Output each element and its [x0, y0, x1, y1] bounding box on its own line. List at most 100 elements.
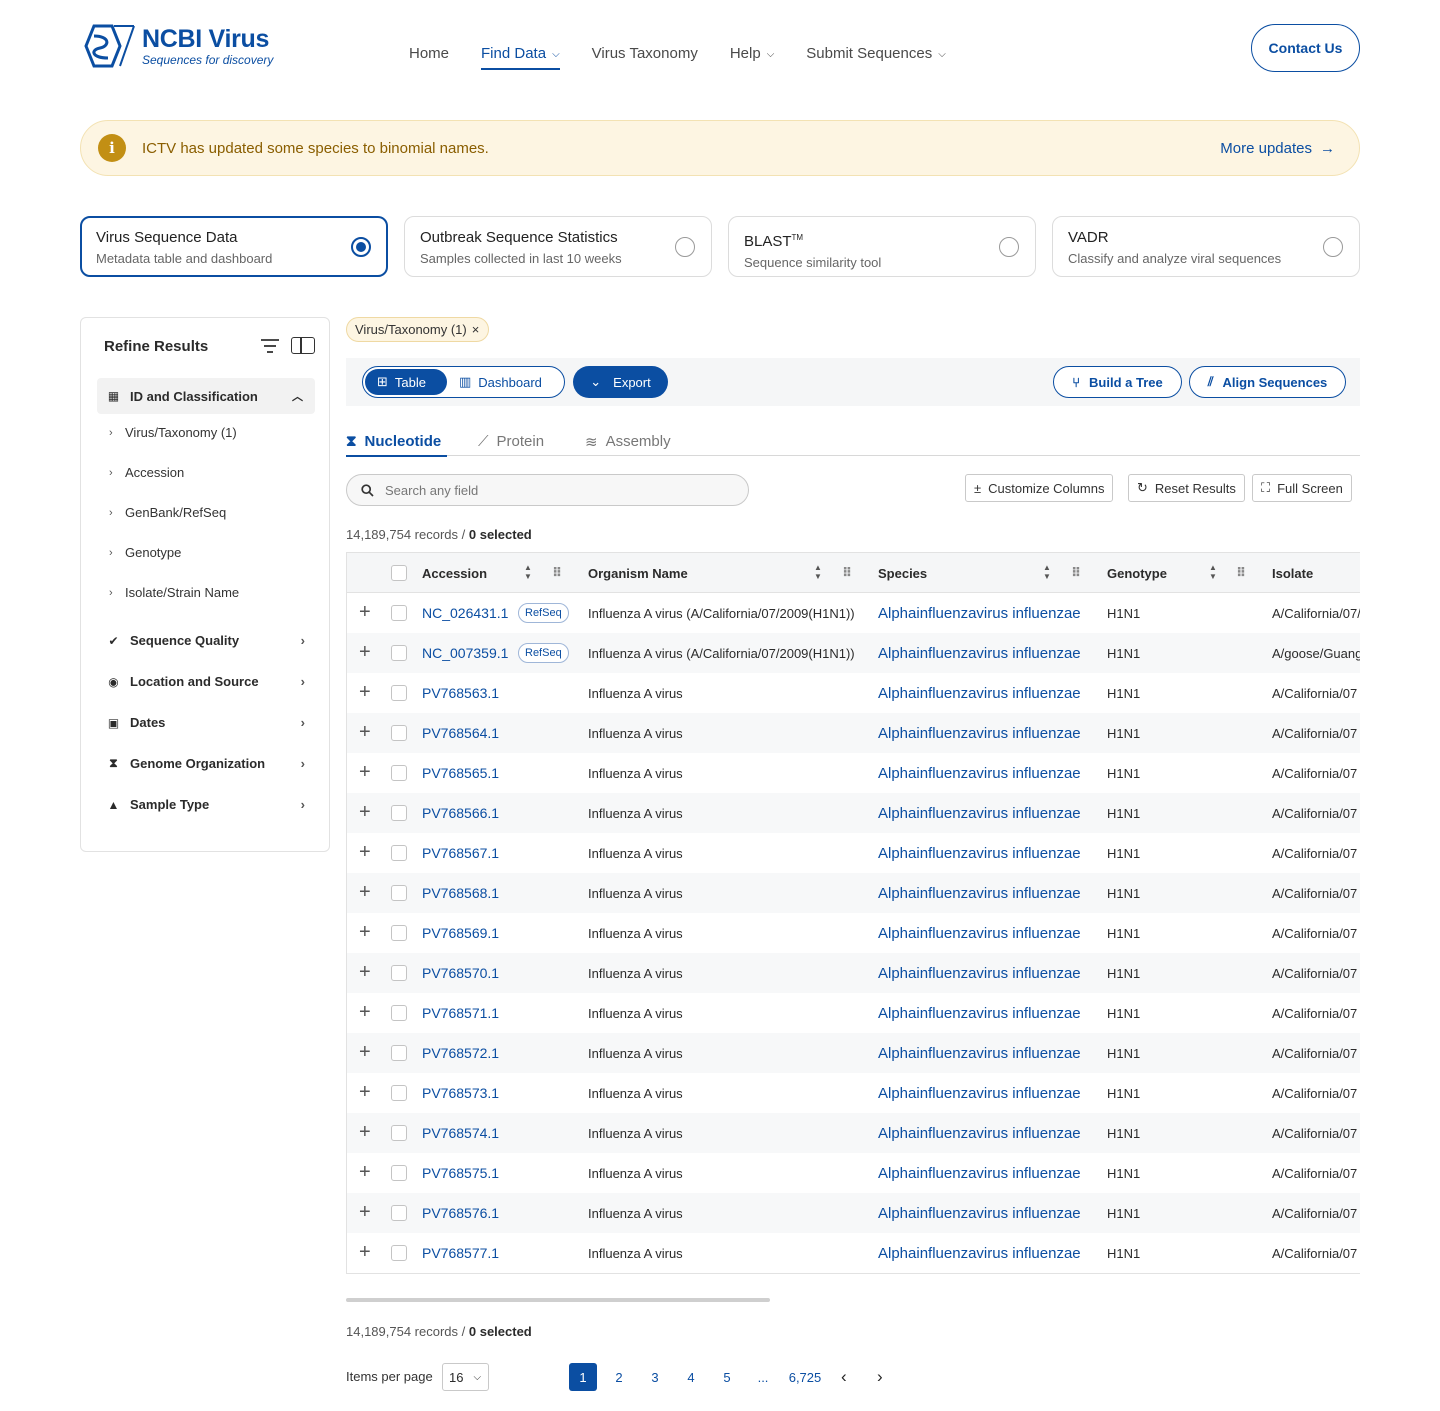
species-link[interactable]: Alphainfluenzavirus influenzae: [878, 805, 1081, 822]
species-link[interactable]: Alphainfluenzavirus influenzae: [878, 1045, 1081, 1062]
row-checkbox[interactable]: [391, 925, 407, 941]
search-input[interactable]: [385, 482, 725, 498]
page-button[interactable]: 6,725: [785, 1363, 825, 1391]
accession-link[interactable]: PV768571.1: [422, 1005, 499, 1021]
expand-row-icon[interactable]: +: [359, 922, 371, 942]
search-field[interactable]: [346, 474, 749, 506]
expand-row-icon[interactable]: +: [359, 1122, 371, 1142]
table-row[interactable]: + PV768576.1 Influenza A virus Alphainfluen…: [347, 1193, 1360, 1233]
mode-virus-sequence-data[interactable]: Virus Sequence Data Metadata table and d…: [80, 216, 388, 277]
column-species[interactable]: Species: [878, 566, 927, 581]
accession-link[interactable]: NC_007359.1: [422, 645, 508, 661]
expand-row-icon[interactable]: +: [359, 682, 371, 702]
accession-link[interactable]: PV768577.1: [422, 1245, 499, 1261]
table-row[interactable]: + PV768568.1 Influenza A virus Alphainfluen…: [347, 873, 1360, 913]
row-checkbox[interactable]: [391, 1005, 407, 1021]
expand-row-icon[interactable]: +: [359, 1202, 371, 1222]
species-link[interactable]: Alphainfluenzavirus influenzae: [878, 1005, 1081, 1022]
page-button[interactable]: 5: [713, 1363, 741, 1391]
drag-handle-icon[interactable]: ⠿: [1071, 565, 1081, 581]
page-button[interactable]: 1: [569, 1363, 597, 1391]
accession-link[interactable]: PV768572.1: [422, 1045, 499, 1061]
align-sequences-button[interactable]: ⫽ Align Sequences: [1189, 366, 1346, 398]
page-button[interactable]: 2: [605, 1363, 633, 1391]
accession-link[interactable]: PV768563.1: [422, 685, 499, 701]
dashboard-view-button[interactable]: ▥ Dashboard: [447, 369, 554, 395]
page-button[interactable]: 3: [641, 1363, 669, 1391]
accession-link[interactable]: NC_026431.1: [422, 605, 508, 621]
full-screen-button[interactable]: ⛶ Full Screen: [1252, 474, 1352, 502]
expand-row-icon[interactable]: +: [359, 602, 371, 622]
prev-page-icon[interactable]: ‹: [841, 1363, 847, 1391]
species-link[interactable]: Alphainfluenzavirus influenzae: [878, 925, 1081, 942]
expand-row-icon[interactable]: +: [359, 1242, 371, 1262]
table-row[interactable]: + PV768563.1 Influenza A virus Alphainfluen…: [347, 673, 1360, 713]
row-checkbox[interactable]: [391, 1245, 407, 1261]
table-row[interactable]: + PV768573.1 Influenza A virus Alphainfluen…: [347, 1073, 1360, 1113]
species-link[interactable]: Alphainfluenzavirus influenzae: [878, 845, 1081, 862]
nav-help[interactable]: Help ⌵: [730, 36, 774, 70]
section-location-source[interactable]: ◉ Location and Source ›: [107, 674, 305, 689]
expand-row-icon[interactable]: +: [359, 642, 371, 662]
species-link[interactable]: Alphainfluenzavirus influenzae: [878, 605, 1081, 622]
column-isolate[interactable]: Isolate: [1272, 566, 1313, 581]
tab-nucleotide[interactable]: ⧗ Nucleotide: [346, 427, 447, 457]
accession-link[interactable]: PV768576.1: [422, 1205, 499, 1221]
row-checkbox[interactable]: [391, 805, 407, 821]
species-link[interactable]: Alphainfluenzavirus influenzae: [878, 1245, 1081, 1262]
sidebar-item-isolate-strain[interactable]: › Isolate/Strain Name: [109, 585, 239, 600]
drag-handle-icon[interactable]: ⠿: [1236, 565, 1246, 581]
mode-blast[interactable]: BLASTTM Sequence similarity tool: [728, 216, 1036, 277]
expand-row-icon[interactable]: +: [359, 842, 371, 862]
row-checkbox[interactable]: [391, 1085, 407, 1101]
accession-link[interactable]: PV768565.1: [422, 765, 499, 781]
radio[interactable]: [999, 237, 1019, 257]
expand-row-icon[interactable]: +: [359, 1162, 371, 1182]
expand-row-icon[interactable]: +: [359, 762, 371, 782]
export-button[interactable]: ⌄ Export: [573, 366, 668, 398]
expand-row-icon[interactable]: +: [359, 722, 371, 742]
expand-row-icon[interactable]: +: [359, 1042, 371, 1062]
row-checkbox[interactable]: [391, 605, 407, 621]
table-row[interactable]: + PV768575.1 Influenza A virus Alphainfluen…: [347, 1153, 1360, 1193]
page-button[interactable]: 4: [677, 1363, 705, 1391]
accession-link[interactable]: PV768573.1: [422, 1085, 499, 1101]
radio[interactable]: [1323, 237, 1343, 257]
section-dates[interactable]: ▣ Dates ›: [107, 715, 305, 730]
row-checkbox[interactable]: [391, 885, 407, 901]
row-checkbox[interactable]: [391, 1165, 407, 1181]
species-link[interactable]: Alphainfluenzavirus influenzae: [878, 885, 1081, 902]
species-link[interactable]: Alphainfluenzavirus influenzae: [878, 965, 1081, 982]
row-checkbox[interactable]: [391, 845, 407, 861]
sidebar-item-genotype[interactable]: › Genotype: [109, 545, 181, 560]
row-checkbox[interactable]: [391, 1125, 407, 1141]
species-link[interactable]: Alphainfluenzavirus influenzae: [878, 1165, 1081, 1182]
items-per-page-select[interactable]: 16 ⌵: [442, 1363, 489, 1391]
close-icon[interactable]: ×: [472, 322, 480, 337]
reset-results-button[interactable]: ↻ Reset Results: [1128, 474, 1245, 502]
nav-submit-sequences[interactable]: Submit Sequences ⌵: [806, 36, 946, 70]
row-checkbox[interactable]: [391, 685, 407, 701]
expand-row-icon[interactable]: +: [359, 1002, 371, 1022]
accession-link[interactable]: PV768566.1: [422, 805, 499, 821]
sidebar-item-accession[interactable]: › Accession: [109, 465, 184, 480]
sort-icon[interactable]: ▲ ▼: [1208, 563, 1218, 583]
mode-vadr[interactable]: VADR Classify and analyze viral sequence…: [1052, 216, 1360, 277]
accession-link[interactable]: PV768569.1: [422, 925, 499, 941]
section-id-classification[interactable]: ▦ ID and Classification ︿: [97, 378, 315, 414]
expand-row-icon[interactable]: +: [359, 962, 371, 982]
drag-handle-icon[interactable]: ⠿: [552, 565, 562, 581]
table-row[interactable]: + PV768566.1 Influenza A virus Alphainfluen…: [347, 793, 1360, 833]
select-all-checkbox[interactable]: [391, 565, 407, 581]
row-checkbox[interactable]: [391, 725, 407, 741]
sidebar-item-genbank-refseq[interactable]: › GenBank/RefSeq: [109, 505, 226, 520]
table-row[interactable]: + PV768570.1 Influenza A virus Alphainfluen…: [347, 953, 1360, 993]
mode-outbreak-statistics[interactable]: Outbreak Sequence Statistics Samples col…: [404, 216, 712, 277]
table-view-button[interactable]: ⊞ Table: [365, 369, 447, 395]
filter-icon[interactable]: [260, 338, 280, 354]
species-link[interactable]: Alphainfluenzavirus influenzae: [878, 1205, 1081, 1222]
sidebar-item-virus-taxonomy[interactable]: › Virus/Taxonomy (1): [109, 425, 237, 440]
row-checkbox[interactable]: [391, 965, 407, 981]
table-row[interactable]: + PV768567.1 Influenza A virus Alphainfluen…: [347, 833, 1360, 873]
accession-link[interactable]: PV768568.1: [422, 885, 499, 901]
